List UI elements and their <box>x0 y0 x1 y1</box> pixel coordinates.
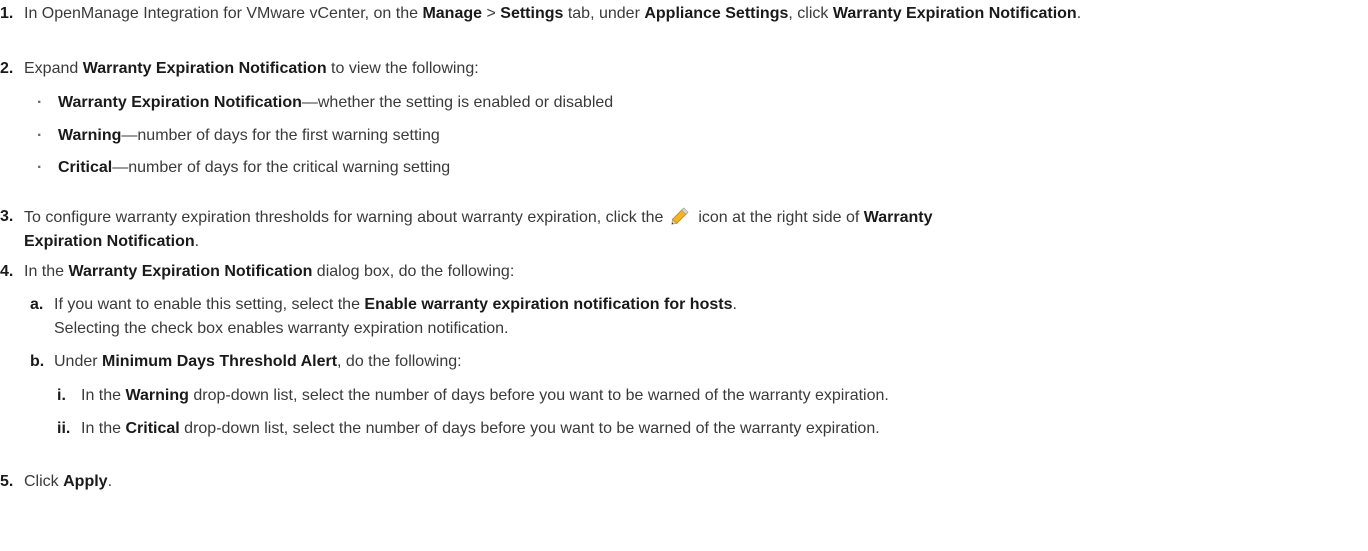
section-appliance-settings: Appliance Settings <box>644 5 789 22</box>
substep-roman: ii. <box>57 420 71 437</box>
step-number: 1. <box>0 5 14 22</box>
step-number: 2. <box>0 60 14 77</box>
document-page: 1. In OpenManage Integration for VMware … <box>0 0 1368 551</box>
substep-letter: a. <box>30 296 44 313</box>
step-number: 3. <box>0 208 14 225</box>
menu-manage: Manage <box>422 5 483 22</box>
substep-letter: b. <box>30 353 45 370</box>
step-text: To configure warranty expiration thresho… <box>24 205 1354 254</box>
substep-a: a. If you want to enable this setting, s… <box>0 293 1360 341</box>
term-warranty-notification: Warranty Expiration Notification <box>832 5 1077 22</box>
step-text: In OpenManage Integration for VMware vCe… <box>24 5 1082 22</box>
step-number: 5. <box>0 473 14 490</box>
pencil-icon <box>671 207 689 225</box>
step-number: 4. <box>0 263 14 280</box>
tab-settings: Settings <box>500 5 564 22</box>
term-apply: Apply <box>63 473 108 490</box>
step-text: Expand Warranty Expiration Notification … <box>24 60 479 77</box>
step-text: In the Warranty Expiration Notification … <box>24 263 515 280</box>
step-text: Click Apply. <box>24 473 113 490</box>
substep-roman: i. <box>57 387 66 404</box>
option-enable-warranty-notification: Enable warranty expiration notification … <box>364 296 733 313</box>
